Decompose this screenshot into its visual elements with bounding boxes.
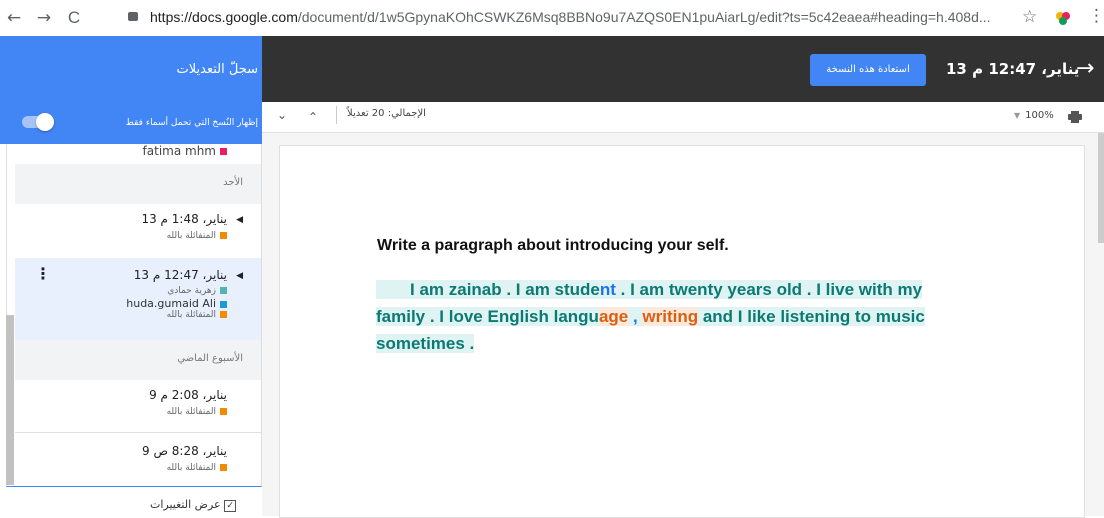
author-label: المتفائلة بالله — [166, 310, 216, 320]
reload-icon[interactable]: C — [64, 8, 84, 28]
author-color — [220, 300, 227, 308]
version-date: 9 يناير، 8:28 ص — [142, 444, 227, 458]
text-run: writing — [642, 307, 699, 326]
checkbox-icon: ✓ — [224, 500, 237, 512]
author-color — [220, 232, 227, 239]
author-name: المتفائلة بالله — [167, 407, 227, 417]
next-change-icon[interactable]: ⌄ — [277, 108, 287, 122]
lock-icon — [128, 12, 138, 21]
show-changes-checkbox[interactable]: عرض التغييرات ✓ — [150, 498, 237, 512]
zoom-dropdown-icon: ▼ — [1014, 111, 1021, 120]
document-scrollbar[interactable] — [1098, 133, 1104, 243]
toggle-label: إظهار النُسخ التي تحمل أسماء فقط — [125, 118, 258, 128]
toggle-knob — [36, 113, 54, 131]
sidebar-title: سجلّ التعديلات — [176, 62, 258, 77]
version-time: 13 يناير، 12:47 م — [946, 60, 1080, 78]
url-host: https://docs.google.com — [150, 9, 298, 25]
total-changes: الإجمالي: 20 تعديلاً — [347, 108, 426, 119]
version-date: 9 يناير، 2:08 م — [149, 388, 227, 402]
version-entry-selected[interactable]: ⋮ ◀ 13 يناير، 12:47 م زهرية حمادي huda.g… — [15, 258, 261, 341]
section-label: الأحد — [223, 177, 243, 188]
expand-icon[interactable]: ◀ — [236, 215, 243, 225]
document-heading: Write a paragraph about introducing your… — [377, 237, 729, 254]
section-header: الأسبوع الماضي — [15, 340, 261, 380]
author-name: المتفائلة بالله — [167, 231, 227, 241]
address-bar[interactable]: https://docs.google.com/document/d/1w5Gp… — [150, 9, 991, 25]
author-label: زهرية حمادي — [167, 286, 216, 296]
author-name: المتفائلة بالله — [167, 463, 227, 473]
author-color — [220, 464, 227, 471]
document-paragraph: I am zainab . I am student . I am twenty… — [376, 276, 962, 357]
version-entry[interactable]: 9 يناير، 2:08 م المتفائلة بالله — [15, 380, 261, 433]
print-icon[interactable] — [1068, 108, 1082, 123]
browser-menu-icon[interactable]: ⋮ — [1088, 6, 1104, 26]
author-name: المتفائلة بالله — [167, 310, 227, 320]
forward-icon[interactable]: → — [34, 8, 54, 28]
named-versions-toggle[interactable] — [22, 113, 54, 131]
back-arrow-icon[interactable]: → — [1076, 56, 1094, 81]
text-run: , — [628, 307, 643, 326]
list-item[interactable]: fatima mhm — [143, 144, 227, 158]
section-header: الأحد — [15, 164, 261, 204]
author-label: المتفائلة بالله — [166, 407, 216, 417]
version-entry[interactable]: 9 يناير، 8:28 ص المتفائلة بالله — [15, 432, 261, 486]
author-name: fatima mhm — [142, 144, 216, 158]
zoom-value: 100% — [1025, 110, 1054, 121]
expand-icon[interactable]: ◀ — [236, 271, 243, 281]
version-date: 13 يناير، 12:47 م — [133, 268, 227, 282]
author-label: المتفائلة بالله — [166, 231, 216, 241]
section-label: الأسبوع الماضي — [177, 353, 243, 364]
sidebar-scrollbar[interactable] — [6, 315, 14, 485]
url-path: /document/d/1w5GpynaKOhCSWKZ6Msq8BBNo9u7… — [297, 9, 991, 25]
bookmark-star-icon[interactable]: ☆ — [1022, 7, 1037, 27]
more-options-icon[interactable]: ⋮ — [35, 264, 51, 283]
author-color — [220, 408, 227, 415]
text-run: . I am twenty years old — [615, 280, 803, 299]
version-list: fatima mhm الأحد ◀ 13 يناير، 1:48 م المت… — [6, 144, 262, 487]
author-color — [220, 287, 227, 294]
previous-change-icon[interactable]: ⌃ — [308, 110, 318, 124]
version-date: 13 يناير، 1:48 م — [141, 212, 227, 226]
author-color — [220, 148, 227, 155]
extension-icon[interactable] — [1055, 10, 1071, 25]
text-run: age — [598, 307, 629, 326]
version-entry[interactable]: ◀ 13 يناير، 1:48 م المتفائلة بالله — [15, 204, 261, 259]
author-label: huda.gumaid Ali — [126, 297, 216, 310]
author-name: زهرية حمادي — [167, 286, 227, 296]
author-label: المتفائلة بالله — [166, 463, 216, 473]
restore-version-button[interactable]: استعادة هذه النسخة — [810, 54, 926, 86]
text-run: I am zainab . I am stude — [376, 280, 600, 299]
author-name: huda.gumaid Ali — [126, 297, 227, 310]
author-color — [220, 311, 227, 318]
back-icon[interactable]: ← — [4, 8, 24, 28]
show-changes-label: عرض التغييرات — [150, 498, 221, 511]
text-run: nt — [599, 280, 616, 299]
zoom-select[interactable]: ▼ 100% — [1014, 110, 1054, 121]
toolbar-divider — [336, 106, 337, 124]
